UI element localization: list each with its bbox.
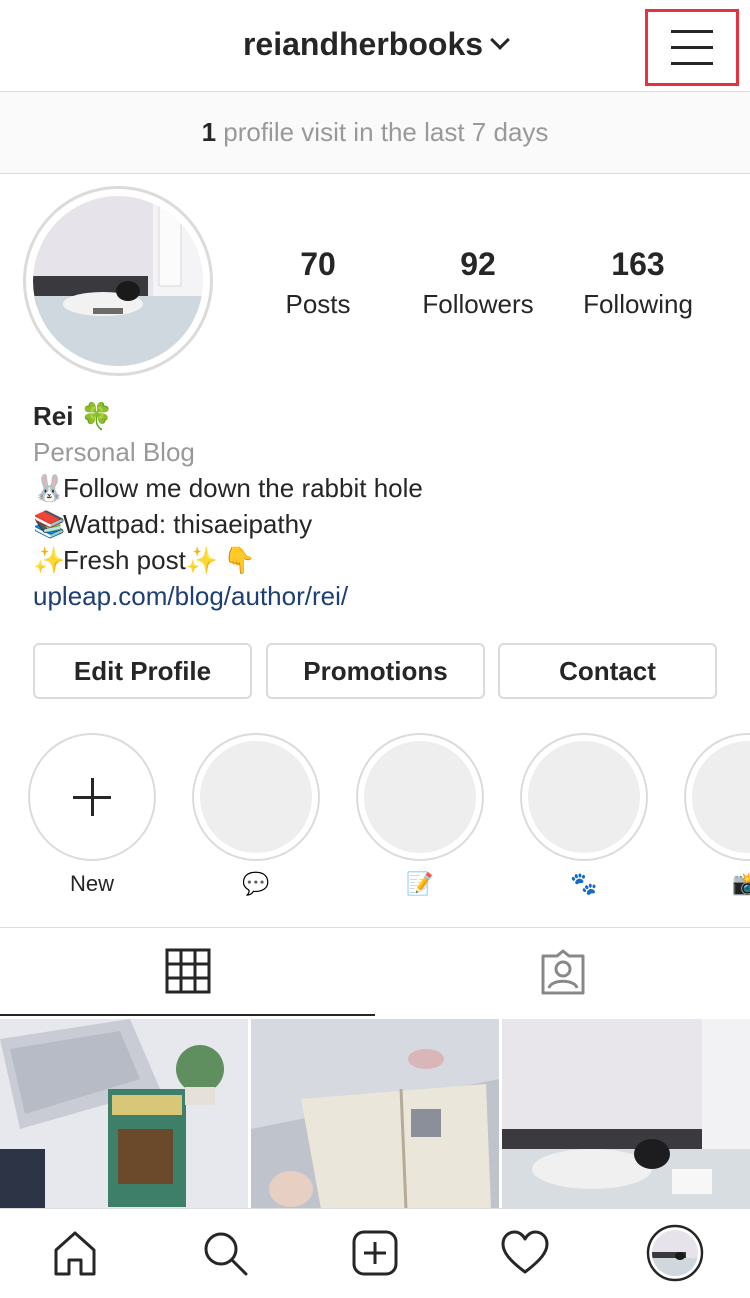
bio-line: 📚Wattpad: thisaeipathy: [33, 506, 423, 542]
highlight-label: 🐾: [570, 871, 598, 896]
followers-label: Followers: [422, 289, 534, 319]
story-highlight[interactable]: 🐾: [520, 733, 648, 901]
bio-link[interactable]: upleap.com/blog/author/rei/: [33, 578, 423, 614]
clover-emoji: 🍀: [80, 401, 114, 431]
followers-count: 92: [460, 246, 496, 282]
tab-tagged[interactable]: [375, 928, 750, 1016]
top-bar: reiandherbooks: [0, 0, 750, 92]
grid-icon: [165, 948, 210, 994]
profile-category: Personal Blog: [33, 437, 195, 467]
profile-tabs: [0, 927, 750, 1017]
highlight-cover: [528, 741, 640, 853]
visits-count: 1: [201, 117, 217, 147]
tab-grid[interactable]: [0, 928, 375, 1016]
highlight-clip: 📸: [684, 733, 750, 903]
profile-visits-banner[interactable]: 1 profile visit in the last 7 days: [0, 92, 750, 174]
new-highlight[interactable]: New: [28, 733, 156, 901]
nav-activity[interactable]: [493, 1221, 557, 1285]
profile-name-line: Rei 🍀: [33, 398, 423, 434]
post-thumbnail[interactable]: [0, 1019, 248, 1209]
highlight-cover: [692, 741, 750, 853]
stat-following[interactable]: 163 Following: [558, 246, 718, 320]
profile-bio: Rei 🍀 Personal Blog 🐰Follow me down the …: [33, 398, 423, 614]
sparkles-emoji: ✨: [185, 545, 219, 575]
add-post-icon: [352, 1230, 398, 1276]
highlight-cover: [200, 741, 312, 853]
bio-line: 🐰Follow me down the rabbit hole: [33, 470, 423, 506]
visits-text: profile visit in the last 7 days: [216, 117, 549, 147]
highlight-label: 💬: [242, 871, 270, 896]
post-thumbnail[interactable]: [251, 1019, 499, 1209]
highlight-label: 📸: [732, 871, 750, 896]
home-icon: [54, 1231, 96, 1276]
sparkles-emoji: ✨: [33, 545, 66, 575]
nav-search[interactable]: [193, 1221, 257, 1285]
posts-label: Posts: [285, 289, 351, 319]
rabbit-emoji: 🐰: [33, 473, 66, 503]
contact-button[interactable]: Contact: [498, 643, 717, 699]
profile-avatar[interactable]: [23, 186, 213, 376]
highlight-cover: [364, 741, 476, 853]
chevron-down-icon: [490, 30, 510, 50]
stat-followers[interactable]: 92 Followers: [398, 246, 558, 320]
username-title: reiandherbooks: [242, 26, 484, 62]
pointing-down-emoji: 👇: [223, 545, 256, 575]
nav-profile[interactable]: [643, 1221, 707, 1285]
bio-line: ✨Fresh post✨ 👇: [33, 542, 423, 578]
profile-photo: [33, 196, 203, 366]
heart-icon: [501, 1230, 549, 1274]
plus-icon: [28, 733, 156, 861]
following-count: 163: [611, 246, 665, 282]
story-highlight[interactable]: 💬: [192, 733, 320, 901]
stat-posts[interactable]: 70 Posts: [238, 246, 398, 320]
bottom-navigation: [0, 1208, 750, 1298]
hamburger-menu-icon: [671, 30, 713, 33]
posts-grid: [0, 1019, 750, 1209]
highlight-label: New: [69, 871, 114, 896]
search-icon: [204, 1232, 248, 1276]
books-emoji: 📚: [33, 509, 66, 539]
account-switcher[interactable]: reiandherbooks: [0, 26, 750, 63]
profile-name: Rei: [33, 401, 74, 431]
posts-count: 70: [300, 246, 336, 282]
hamburger-menu-button[interactable]: [645, 9, 739, 86]
post-thumbnail[interactable]: [502, 1019, 750, 1209]
profile-avatar: [646, 1224, 704, 1282]
tagged-person-icon: [541, 949, 584, 995]
promotions-button[interactable]: Promotions: [266, 643, 485, 699]
nav-home[interactable]: [43, 1221, 107, 1285]
following-label: Following: [583, 289, 693, 319]
story-highlight[interactable]: 📸: [684, 733, 750, 901]
nav-add-post[interactable]: [343, 1221, 407, 1285]
highlight-label: 📝: [406, 871, 434, 896]
edit-profile-button[interactable]: Edit Profile: [33, 643, 252, 699]
story-highlight[interactable]: 📝: [356, 733, 484, 901]
